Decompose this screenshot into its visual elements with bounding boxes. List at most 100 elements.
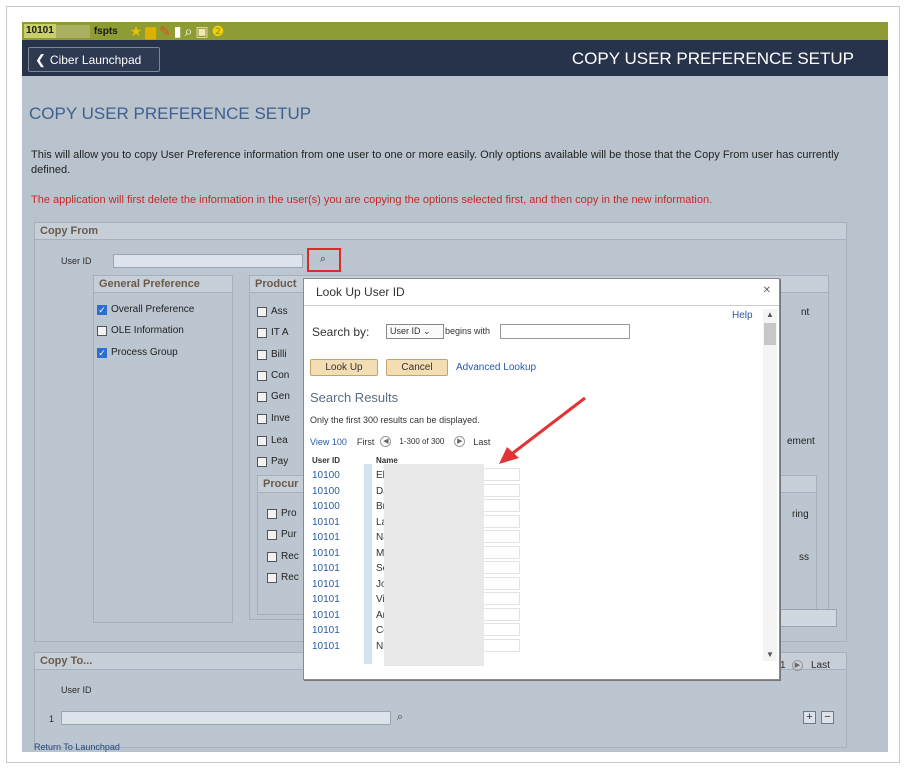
back-button-label: Ciber Launchpad	[49, 53, 142, 67]
checkbox-label: Inve	[271, 413, 290, 424]
checkbox-unchecked-icon	[257, 413, 267, 424]
user-id-input[interactable]	[113, 254, 303, 268]
copy-to-user-id-header: User ID	[61, 685, 92, 695]
first-label[interactable]: First	[357, 437, 375, 447]
next-arrow-icon[interactable]: ▶	[454, 436, 466, 447]
results-navigation: View 100 First ◀ 1-300 of 300 ▶ Last	[310, 436, 490, 447]
product-checkbox[interactable]: Gen	[257, 391, 290, 402]
product-checkbox[interactable]: Con	[257, 370, 289, 381]
checkbox-unchecked-icon	[257, 306, 267, 317]
search-by-label: Search by:	[312, 325, 370, 339]
cell-box	[480, 499, 520, 512]
user-id-link[interactable]: 10100	[312, 470, 340, 481]
checkbox-unchecked-icon	[257, 349, 267, 360]
checkbox-label: Pay	[271, 456, 289, 467]
cell-box	[480, 530, 520, 543]
process-group-checkbox[interactable]: ✓ Process Group	[97, 347, 178, 358]
star-icon[interactable]: ★	[130, 23, 143, 39]
search-value-input[interactable]	[500, 324, 630, 339]
action-button[interactable]	[775, 609, 837, 627]
lookup-dialog: Look Up User ID ✕ Help ▲ ▼ Search by: Us…	[303, 278, 780, 680]
cancel-button[interactable]: Cancel	[386, 359, 448, 376]
user-id-link[interactable]: 10101	[312, 641, 340, 652]
procurement-checkbox[interactable]: Rec	[267, 551, 299, 562]
procurement-checkbox[interactable]: Pro	[267, 508, 297, 519]
product-checkbox[interactable]: Billi	[257, 349, 287, 360]
procurement-checkbox[interactable]: Pur	[267, 529, 297, 540]
scroll-down-icon[interactable]: ▼	[763, 649, 777, 661]
prev-arrow-icon[interactable]: ◀	[380, 436, 392, 447]
return-to-launchpad-link[interactable]: Return To Launchpad	[34, 742, 120, 752]
look-up-button[interactable]: Look Up	[310, 359, 378, 376]
add-row-button[interactable]: +	[803, 711, 816, 724]
environment-label: fspts	[93, 25, 118, 37]
help-link[interactable]: Help	[732, 310, 753, 321]
search-icon[interactable]: ⌕	[185, 23, 193, 39]
checkbox-label: Pur	[281, 529, 297, 540]
product-checkbox[interactable]: Lea	[257, 435, 288, 446]
overall-preference-checkbox[interactable]: ✓ Overall Preference	[97, 304, 194, 315]
page-title: COPY USER PREFERENCE SETUP	[29, 104, 312, 123]
label-fragment: nt	[801, 307, 810, 318]
pencil-icon[interactable]: ✎	[159, 23, 171, 39]
redacted-region	[364, 464, 372, 664]
checkbox-unchecked-icon	[257, 327, 267, 338]
last-label[interactable]: Last	[473, 437, 490, 447]
checkbox-label: Process Group	[111, 347, 178, 358]
checkbox-unchecked-icon	[267, 529, 277, 540]
cell-box	[480, 592, 520, 605]
checkbox-checked-icon: ✓	[97, 347, 107, 358]
page-number: 1	[780, 660, 786, 671]
user-id-link[interactable]: 10101	[312, 579, 340, 590]
close-icon[interactable]: ✕	[763, 285, 771, 296]
general-preference-title: General Preference	[94, 276, 232, 293]
user-id-link[interactable]: 10101	[312, 532, 340, 543]
product-checkbox[interactable]: Pay	[257, 456, 288, 467]
user-id-link[interactable]: 10101	[312, 594, 340, 605]
lookup-search-icon[interactable]: ⌕	[391, 710, 409, 726]
user-id-link[interactable]: 10100	[312, 501, 340, 512]
cell-box	[480, 561, 520, 574]
checkbox-label: Con	[271, 370, 290, 381]
delete-row-button[interactable]: −	[821, 711, 834, 724]
checkbox-checked-icon: ✓	[97, 304, 107, 315]
checkbox-label: IT A	[271, 327, 289, 338]
help-icon[interactable]: ❷	[212, 23, 225, 39]
user-id-link[interactable]: 10101	[312, 517, 340, 528]
copy-to-user-id-input[interactable]	[61, 711, 391, 725]
folder-icon[interactable]: ▆	[145, 23, 156, 39]
product-checkbox[interactable]: Inve	[257, 413, 290, 424]
next-arrow-icon[interactable]: ▶	[792, 660, 803, 671]
product-checkbox[interactable]: Ass	[257, 306, 288, 317]
scrollbar[interactable]: ▲ ▼	[763, 309, 777, 661]
view-100-link[interactable]: View 100	[310, 437, 347, 447]
procurement-checkbox[interactable]: Rec	[267, 572, 299, 583]
lookup-search-icon[interactable]: ⌕	[314, 252, 332, 268]
back-to-launchpad-button[interactable]: ❮ Ciber Launchpad	[28, 47, 160, 72]
advanced-lookup-link[interactable]: Advanced Lookup	[456, 362, 536, 373]
cell-box	[480, 515, 520, 528]
checkbox-unchecked-icon	[267, 508, 277, 519]
user-id-link[interactable]: 10101	[312, 548, 340, 559]
checkbox-unchecked-icon	[257, 456, 267, 467]
redacted-region	[384, 464, 484, 666]
document-icon[interactable]: ▮	[174, 23, 182, 39]
user-id-link[interactable]: 10101	[312, 563, 340, 574]
checkbox-unchecked-icon	[257, 391, 267, 402]
search-by-select[interactable]: User ID ⌄	[386, 324, 444, 339]
scroll-thumb[interactable]	[764, 323, 776, 345]
top-toolbar: 10101 fspts ★ ▆ ✎ ▮ ⌕ ▣ ❷	[22, 22, 888, 40]
checkbox-unchecked-icon	[257, 370, 267, 381]
scroll-up-icon[interactable]: ▲	[763, 309, 777, 321]
checkbox-label: Rec	[281, 551, 299, 562]
row-number: 1	[49, 714, 55, 724]
last-link[interactable]: Last	[811, 660, 830, 671]
checkbox-unchecked-icon	[97, 325, 107, 336]
user-id-link[interactable]: 10101	[312, 625, 340, 636]
user-id-link[interactable]: 10100	[312, 486, 340, 497]
header-title: COPY USER PREFERENCE SETUP	[571, 49, 854, 68]
ole-information-checkbox[interactable]: OLE Information	[97, 325, 184, 336]
product-checkbox[interactable]: IT A	[257, 327, 289, 338]
monitor-icon[interactable]: ▣	[195, 23, 208, 39]
user-id-link[interactable]: 10101	[312, 610, 340, 621]
